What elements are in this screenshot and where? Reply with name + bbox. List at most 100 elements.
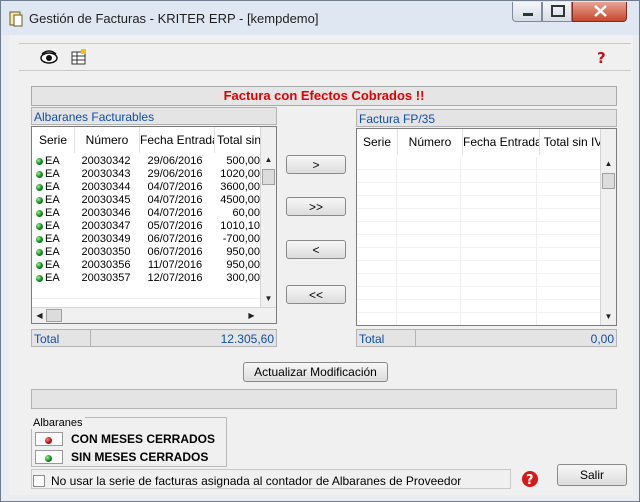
maximize-button[interactable] <box>542 2 572 22</box>
table-cell: 12/07/2016 <box>147 272 203 284</box>
empty-row <box>357 274 603 287</box>
empty-row <box>357 261 603 274</box>
table-row[interactable]: EA 20030349 06/07/2016 -700,00 <box>32 233 260 246</box>
update-button[interactable]: Actualizar Modificación <box>243 362 388 382</box>
green-status-icon <box>36 184 43 191</box>
table-cell: 950,00 <box>226 246 260 258</box>
column-header[interactable]: Total sin <box>215 127 264 153</box>
spreadsheet-icon[interactable] <box>70 48 88 66</box>
eye-icon[interactable] <box>40 48 58 66</box>
table-cell <box>397 235 461 248</box>
table-cell: EA <box>32 155 74 168</box>
table-cell <box>357 222 397 235</box>
column-header[interactable]: Serie <box>357 129 398 155</box>
green-status-icon <box>36 275 43 282</box>
series-checkbox[interactable] <box>33 475 45 487</box>
vertical-scrollbar[interactable]: ▲ ▼ <box>600 129 616 325</box>
help-icon[interactable]: ? <box>594 48 612 66</box>
table-cell <box>397 222 461 235</box>
grid-header: Serie Número Fecha Entrada Total sin <box>32 127 264 153</box>
table-row[interactable]: EA 20030343 29/06/2016 1020,00 <box>32 168 260 181</box>
table-cell: EA <box>32 233 74 246</box>
green-status-icon <box>36 236 43 243</box>
add-selected-button[interactable]: > <box>286 155 346 174</box>
remove-selected-button[interactable]: < <box>286 240 346 259</box>
table-row[interactable]: EA 20030344 04/07/2016 3600,00 <box>32 181 260 194</box>
table-row[interactable]: EA 20030346 04/07/2016 60,00 <box>32 207 260 220</box>
table-cell: 20030344 <box>81 181 131 193</box>
green-status-icon <box>36 262 43 269</box>
scroll-thumb[interactable] <box>46 309 62 322</box>
scroll-down-icon[interactable]: ▼ <box>263 293 274 304</box>
table-cell <box>461 274 537 287</box>
cell-text: EA <box>45 194 60 206</box>
table-cell: 20030347 <box>81 220 131 232</box>
minimize-icon <box>523 13 533 16</box>
left-panel-title: Albaranes Facturables <box>31 107 277 125</box>
table-cell: -700,00 <box>222 233 260 245</box>
table-cell: 3600,00 <box>220 181 260 193</box>
column-header[interactable]: Número <box>398 129 463 155</box>
right-total-bar: Total 0,00 <box>356 329 617 347</box>
title-bar[interactable]: Gestión de Facturas - KRITER ERP - [kemp… <box>1 1 639 35</box>
table-cell: 1020,00 <box>220 168 260 180</box>
help-icon[interactable]: ? <box>521 470 539 488</box>
horizontal-scrollbar[interactable]: ◀ ▶ <box>32 307 276 323</box>
green-status-icon <box>36 171 43 178</box>
scroll-down-icon[interactable]: ▼ <box>603 311 614 322</box>
table-row[interactable]: EA 20030345 04/07/2016 4500,00 <box>32 194 260 207</box>
table-cell: 29/06/2016 <box>147 155 203 167</box>
table-cell: 20030357 <box>81 272 131 284</box>
add-all-button[interactable]: >> <box>286 197 346 216</box>
table-cell <box>397 287 461 300</box>
close-window-button[interactable] <box>572 2 627 22</box>
grid-header: Serie Número Fecha Entrada Total sin IV <box>357 129 607 155</box>
table-cell: 05/07/2016 <box>147 220 203 232</box>
scroll-left-icon[interactable]: ◀ <box>34 310 45 321</box>
empty-row <box>357 183 603 196</box>
table-cell <box>461 261 537 274</box>
cell-text: EA <box>45 246 60 258</box>
table-row[interactable]: EA 20030357 12/07/2016 300,00 <box>32 272 260 285</box>
column-header[interactable]: Fecha Entrada <box>463 129 540 155</box>
table-cell <box>357 300 397 313</box>
table-row[interactable]: EA 20030350 06/07/2016 950,00 <box>32 246 260 259</box>
albaranes-grid[interactable]: Serie Número Fecha Entrada Total sin EA 2… <box>31 126 277 324</box>
table-cell <box>537 222 603 235</box>
right-panel-title: Factura FP/35 <box>356 109 617 127</box>
table-cell <box>357 196 397 209</box>
table-row[interactable]: EA 20030347 05/07/2016 1010,10 <box>32 220 260 233</box>
checkbox-label[interactable]: No usar la serie de facturas asignada al… <box>51 474 461 488</box>
svg-text:?: ? <box>597 49 606 66</box>
table-cell: EA <box>32 272 74 285</box>
scroll-thumb[interactable] <box>602 173 615 189</box>
green-status-icon <box>36 158 43 165</box>
scroll-right-icon[interactable]: ▶ <box>246 310 257 321</box>
svg-text:?: ? <box>526 473 534 488</box>
column-header[interactable]: Serie <box>32 127 75 153</box>
empty-row <box>357 170 603 183</box>
column-header[interactable]: Número <box>75 127 140 153</box>
vertical-scrollbar[interactable]: ▲ ▼ <box>260 127 276 307</box>
table-row[interactable]: EA 20030356 11/07/2016 950,00 <box>32 259 260 272</box>
exit-button[interactable]: Salir <box>557 464 627 486</box>
scroll-up-icon[interactable]: ▲ <box>603 158 614 169</box>
table-row[interactable]: EA 20030342 29/06/2016 500,00 <box>32 155 260 168</box>
factura-grid[interactable]: Serie Número Fecha Entrada Total sin IV … <box>356 128 617 326</box>
scroll-thumb[interactable] <box>262 169 275 185</box>
cell-text: EA <box>45 181 60 193</box>
minimize-button[interactable] <box>512 2 542 22</box>
table-cell: 20030342 <box>81 155 131 167</box>
column-header[interactable]: Fecha Entrada <box>140 127 215 153</box>
table-cell <box>397 183 461 196</box>
table-cell <box>397 274 461 287</box>
table-cell <box>537 300 603 313</box>
close-icon <box>594 5 607 17</box>
green-status-icon <box>36 223 43 230</box>
scroll-up-icon[interactable]: ▲ <box>263 154 274 165</box>
remove-all-button[interactable]: << <box>286 285 346 304</box>
column-header[interactable]: Total sin IV <box>540 129 607 155</box>
table-cell <box>397 157 461 170</box>
table-cell: 06/07/2016 <box>147 246 203 258</box>
table-cell <box>397 261 461 274</box>
